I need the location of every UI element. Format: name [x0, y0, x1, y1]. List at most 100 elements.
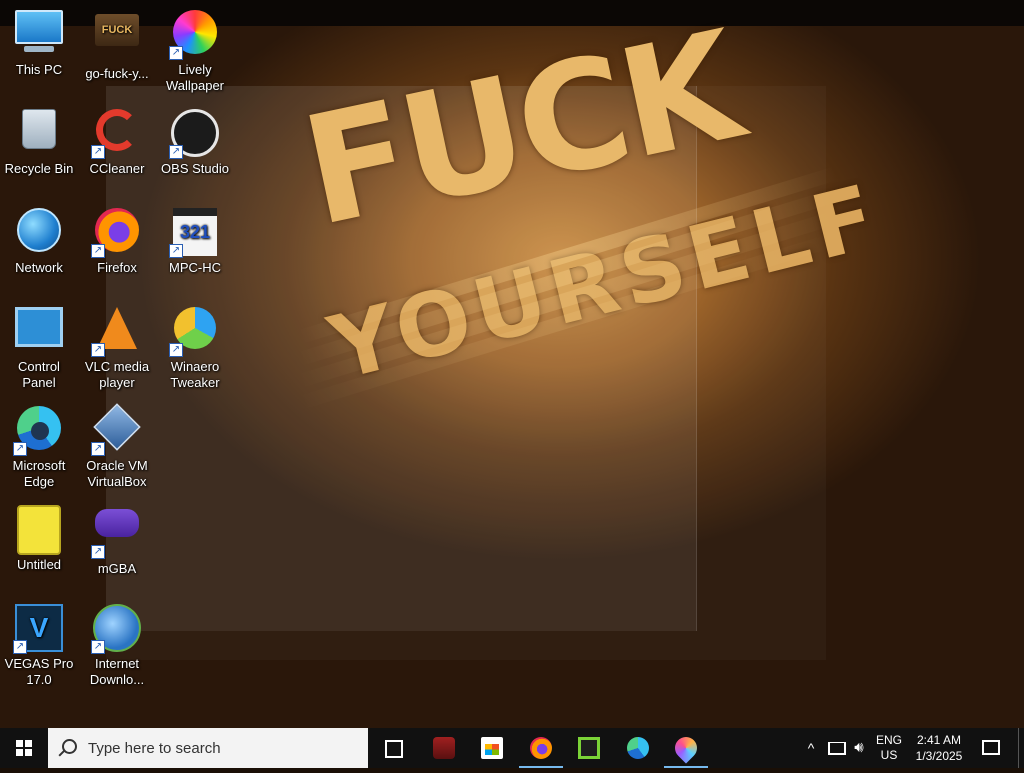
- green-app-icon: [578, 737, 600, 759]
- language-indicator[interactable]: ENG US: [872, 728, 906, 773]
- show-desktop-button[interactable]: [1018, 728, 1024, 768]
- computer-icon: [15, 10, 63, 58]
- search-box[interactable]: Type here to search: [48, 728, 368, 768]
- shortcut-arrow-icon: ↗: [169, 46, 183, 60]
- desktop-icon-label: Firefox: [97, 260, 137, 275]
- vlc-icon: ↗: [91, 307, 141, 357]
- desktop-icon-recycle-bin[interactable]: Recycle Bin: [0, 103, 78, 195]
- desktop-icon-label: OBS Studio: [161, 161, 229, 176]
- desktop-icon-mgba[interactable]: ↗ mGBA: [78, 499, 156, 591]
- desktop-icon-vlc[interactable]: ↗ VLC media player: [78, 301, 156, 393]
- desktop-icon-virtualbox[interactable]: ↗ Oracle VM VirtualBox: [78, 400, 156, 492]
- shortcut-arrow-icon: ↗: [91, 640, 105, 654]
- desktop-icon-label: Oracle VM VirtualBox: [86, 458, 148, 489]
- car-game-icon: [433, 737, 455, 759]
- store-icon: [481, 737, 503, 759]
- idm-icon: ↗: [91, 604, 141, 654]
- desktop-icons: This PC Recycle Bin Network Control Pane…: [0, 0, 240, 728]
- shortcut-arrow-icon: ↗: [91, 343, 105, 357]
- spongebob-icon: [15, 505, 63, 555]
- desktop-icon-go-fuck-yourself-image[interactable]: FUCK go-fuck-y...: [78, 4, 156, 96]
- taskbar-microsoft-store[interactable]: [468, 728, 516, 768]
- taskbar-car-game[interactable]: [420, 728, 468, 768]
- desktop-icon-firefox[interactable]: ↗ Firefox: [78, 202, 156, 294]
- desktop-icon-label: go-fuck-y...: [85, 66, 149, 81]
- desktop-icon-label: Recycle Bin: [4, 161, 74, 176]
- desktop-icon-ccleaner[interactable]: ↗ CCleaner: [78, 103, 156, 195]
- desktop-icon-label: VLC media player: [84, 359, 150, 390]
- lively-icon: ↗: [169, 10, 219, 60]
- desktop-icon-label: Internet Downlo...: [89, 656, 145, 687]
- speaker-icon: 🔊︎: [854, 739, 864, 756]
- windows-logo-icon: [16, 740, 32, 756]
- clock-time: 2:41 AM: [916, 733, 962, 747]
- shortcut-arrow-icon: ↗: [91, 442, 105, 456]
- shortcut-arrow-icon: ↗: [91, 545, 105, 559]
- task-view-button[interactable]: [368, 728, 416, 768]
- desktop-icon-label: CCleaner: [89, 161, 145, 176]
- desktop-icon-mpc-hc[interactable]: 321 ↗ MPC-HC: [156, 202, 234, 294]
- desktop-icon-label: Microsoft Edge: [12, 458, 66, 489]
- desktop-icon-label: mGBA: [97, 561, 137, 576]
- desktop-icon-untitled[interactable]: Untitled: [0, 499, 78, 591]
- shortcut-arrow-icon: ↗: [169, 343, 183, 357]
- desktop-icon-label: This PC: [15, 62, 63, 77]
- desktop-icon-obs-studio[interactable]: ↗ OBS Studio: [156, 103, 234, 195]
- desktop-icon-network[interactable]: Network: [0, 202, 78, 294]
- obs-icon: ↗: [169, 109, 219, 159]
- language-code: ENG: [875, 733, 902, 747]
- network-status-button[interactable]: [824, 728, 846, 768]
- desktop-icon-control-panel[interactable]: Control Panel: [0, 301, 78, 393]
- shortcut-arrow-icon: ↗: [169, 145, 183, 159]
- desktop-icon-microsoft-edge[interactable]: ↗ Microsoft Edge: [0, 400, 78, 492]
- desktop-icon-label: Winaero Tweaker: [170, 359, 220, 390]
- shortcut-arrow-icon: ↗: [91, 145, 105, 159]
- language-region: US: [880, 748, 898, 762]
- desktop-icon-lively-wallpaper[interactable]: ↗ Lively Wallpaper: [156, 4, 234, 96]
- desktop-icon-internet-download-manager[interactable]: ↗ Internet Downlo...: [78, 598, 156, 690]
- taskbar: Type here to search ^ 🔊︎ ENG US 2:41 AM …: [0, 728, 1024, 768]
- network-icon: [15, 208, 63, 256]
- desktop-icon-label: Control Panel: [18, 359, 60, 390]
- network-icon: [828, 742, 846, 755]
- desktop-icon-label: Untitled: [16, 557, 62, 572]
- desktop-icon-winaero-tweaker[interactable]: ↗ Winaero Tweaker: [156, 301, 234, 393]
- vegas-icon: V ↗: [13, 604, 63, 654]
- clock-date: 1/3/2025: [915, 749, 963, 763]
- shortcut-arrow-icon: ↗: [91, 244, 105, 258]
- desktop-icon-this-pc[interactable]: This PC: [0, 4, 78, 96]
- notification-icon: [982, 740, 1000, 755]
- desktop-icon-label: Network: [15, 260, 63, 275]
- winaero-icon: ↗: [169, 307, 219, 357]
- volume-button[interactable]: 🔊︎: [848, 728, 870, 768]
- action-center-button[interactable]: [978, 728, 1004, 768]
- taskbar-firefox[interactable]: [517, 728, 565, 768]
- firefox-icon: [530, 737, 552, 759]
- show-hidden-icons-button[interactable]: ^: [800, 728, 822, 768]
- shortcut-arrow-icon: ↗: [13, 640, 27, 654]
- search-icon: [62, 739, 77, 754]
- firefox-icon: ↗: [91, 208, 141, 258]
- edge-icon: [627, 737, 649, 759]
- taskbar-edge[interactable]: [614, 728, 662, 768]
- mgba-icon: ↗: [91, 509, 141, 559]
- virtualbox-icon: ↗: [91, 403, 141, 456]
- image-file-icon: FUCK: [93, 14, 141, 62]
- desktop-icon-vegas-pro[interactable]: V ↗ VEGAS Pro 17.0: [0, 598, 78, 690]
- clock[interactable]: 2:41 AM 1/3/2025: [908, 728, 970, 772]
- taskbar-paint[interactable]: [662, 728, 710, 768]
- edge-icon: ↗: [13, 406, 63, 456]
- search-placeholder: Type here to search: [88, 740, 221, 757]
- shortcut-arrow-icon: ↗: [13, 442, 27, 456]
- ccleaner-icon: ↗: [91, 109, 141, 159]
- mpc-hc-icon: 321 ↗: [169, 208, 219, 258]
- recycle-bin-icon: [15, 109, 63, 157]
- desktop-icon-label: Lively Wallpaper: [165, 62, 225, 93]
- start-button[interactable]: [0, 728, 48, 768]
- shortcut-arrow-icon: ↗: [169, 244, 183, 258]
- desktop-icon-label: VEGAS Pro 17.0: [4, 656, 74, 687]
- desktop-icon-label: MPC-HC: [169, 260, 221, 275]
- task-view-icon: [385, 740, 403, 758]
- taskbar-green-app[interactable]: [565, 728, 613, 768]
- control-panel-icon: [15, 307, 63, 355]
